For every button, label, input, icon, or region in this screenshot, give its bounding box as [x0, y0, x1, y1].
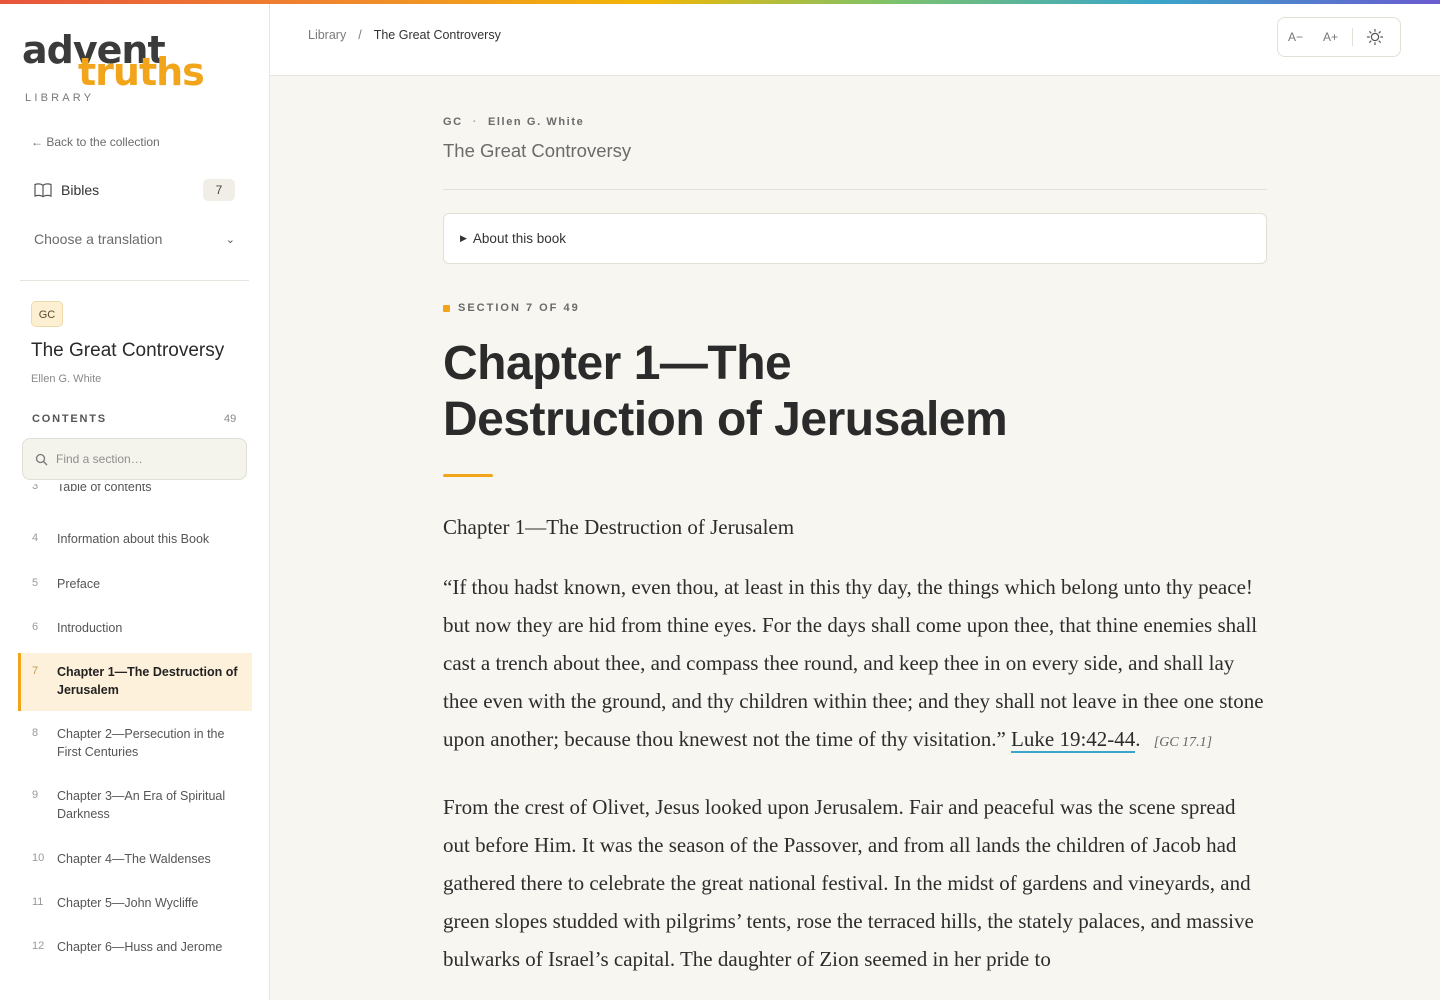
reader-toolbar: A− A+: [1277, 17, 1401, 57]
chevron-down-icon: ⌄: [225, 233, 235, 246]
content-divider: [443, 189, 1267, 190]
toc-item-label: Chapter 2—Persecution in the First Centu…: [57, 727, 225, 759]
toc-item-active[interactable]: 7 Chapter 1—The Destruction of Jerusalem: [18, 653, 252, 711]
toc-item-number: 12: [32, 940, 45, 952]
bibles-nav-item[interactable]: Bibles 7: [20, 172, 249, 208]
sun-icon[interactable]: [1365, 27, 1385, 47]
toc-item-number: 4: [32, 532, 39, 544]
toc-item[interactable]: 5 Preface: [18, 575, 252, 593]
toc-item[interactable]: 11 Chapter 5—John Wycliffe: [18, 894, 252, 912]
breadcrumb: Library / The Great Controversy: [308, 28, 501, 42]
book-meta: GC · Ellen G. White: [443, 116, 584, 128]
book-title-link[interactable]: The Great Controversy: [443, 140, 631, 162]
section-search-input[interactable]: [54, 451, 228, 467]
book-code-badge: GC: [31, 301, 63, 327]
back-to-collection-link[interactable]: ← Back to the collection: [31, 135, 160, 149]
disclosure-triangle-icon: ▶: [460, 233, 467, 243]
toc-item[interactable]: 3 Table of contents: [18, 484, 252, 496]
toc-item[interactable]: 6 Introduction: [18, 619, 252, 637]
chapter-lead: Chapter 1—The Destruction of Jerusalem: [443, 515, 795, 539]
toc-item-number: 5: [32, 577, 39, 589]
toc-item-label: Introduction: [57, 621, 123, 635]
breadcrumb-current: The Great Controversy: [373, 28, 501, 42]
toc-item-number: 6: [32, 621, 39, 633]
book-meta-code: GC: [443, 116, 463, 128]
toc-item[interactable]: 8 Chapter 2—Persecution in the First Cen…: [18, 725, 252, 761]
title-accent-bar: [443, 474, 493, 477]
section-search: [22, 438, 247, 480]
chapter-paragraph: From the crest of Olivet, Jesus looked u…: [443, 795, 1254, 971]
logo-word-truths: truths: [78, 50, 205, 94]
toc-item-number: 11: [32, 896, 44, 908]
scripture-reference-suffix: .: [1135, 727, 1141, 751]
toc-item-label: Table of contents: [57, 484, 152, 494]
increase-font-button[interactable]: A+: [1313, 30, 1348, 44]
toc-item-number: 8: [32, 727, 39, 739]
bibles-label: Bibles: [61, 182, 100, 198]
toc-item-number: 7: [32, 665, 39, 677]
contents-count: 49: [224, 413, 237, 425]
toc-item-number: 9: [32, 789, 39, 801]
toc-item-label: Chapter 4—The Waldenses: [57, 852, 211, 866]
toc-item-label: Information about this Book: [57, 532, 210, 546]
toc-item[interactable]: 9 Chapter 3—An Era of Spiritual Darkness: [18, 787, 252, 823]
toc-item-label: Preface: [57, 577, 101, 591]
book-meta-separator: ·: [472, 116, 478, 128]
table-of-contents-list: 3 Table of contents 4 Information about …: [18, 484, 252, 1000]
section-indicator: SECTION 7 OF 49: [443, 302, 580, 314]
logo-subtitle: LIBRARY: [25, 92, 95, 104]
breadcrumb-library-link[interactable]: Library: [308, 28, 346, 42]
chapter-body: Chapter 1—The Destruction of Jerusalem “…: [443, 512, 1267, 978]
breadcrumb-separator: /: [358, 28, 362, 42]
toc-item[interactable]: 10 Chapter 4—The Waldenses: [18, 850, 252, 868]
decrease-font-button[interactable]: A−: [1278, 30, 1313, 44]
contents-heading: CONTENTS: [32, 413, 107, 425]
toc-item[interactable]: 12 Chapter 6—Huss and Jerome: [18, 938, 252, 956]
toc-item-label: Chapter 1—The Destruction of Jerusalem: [57, 665, 238, 697]
toc-item-number: 3: [32, 484, 39, 492]
translation-select-label: Choose a translation: [34, 231, 163, 247]
about-book-toggle[interactable]: ▶ About this book: [443, 213, 1267, 264]
top-bar: Library / The Great Controversy A− A+: [270, 4, 1440, 76]
toc-item-label: Chapter 3—An Era of Spiritual Darkness: [57, 789, 226, 821]
section-indicator-label: SECTION 7 OF 49: [458, 302, 580, 314]
translation-select[interactable]: Choose a translation ⌄: [20, 220, 249, 258]
epigraph-text: “If thou hadst known, even thou, at leas…: [443, 575, 1264, 751]
open-book-icon: [34, 183, 52, 198]
top-gradient-bar: [0, 0, 1440, 4]
toc-item-label: Chapter 6—Huss and Jerome: [57, 940, 223, 954]
toc-item-label: Chapter 5—John Wycliffe: [57, 896, 199, 910]
toolbar-divider: [1352, 28, 1353, 46]
search-icon: [35, 453, 48, 465]
sidebar: advent truths LIBRARY ← Back to the coll…: [0, 4, 270, 1000]
toc-item-number: 10: [32, 852, 45, 864]
sidebar-book-author: Ellen G. White: [31, 373, 102, 385]
brand-logo[interactable]: advent truths: [22, 30, 222, 96]
sidebar-book-title: The Great Controversy: [31, 340, 225, 361]
section-marker-icon: [443, 304, 450, 312]
toc-item[interactable]: 4 Information about this Book: [18, 530, 252, 548]
scripture-reference-link[interactable]: Luke 19:42-44: [1011, 727, 1136, 753]
chapter-epigraph: “If thou hadst known, even thou, at leas…: [443, 568, 1267, 762]
page-reference: [GC 17.1]: [1153, 735, 1213, 750]
about-book-label: About this book: [472, 231, 566, 246]
chapter-title: Chapter 1—The Destruction of Jerusalem: [443, 337, 1008, 446]
sidebar-divider: [20, 280, 249, 281]
book-meta-author: Ellen G. White: [487, 116, 585, 128]
bibles-count-badge: 7: [203, 179, 235, 201]
